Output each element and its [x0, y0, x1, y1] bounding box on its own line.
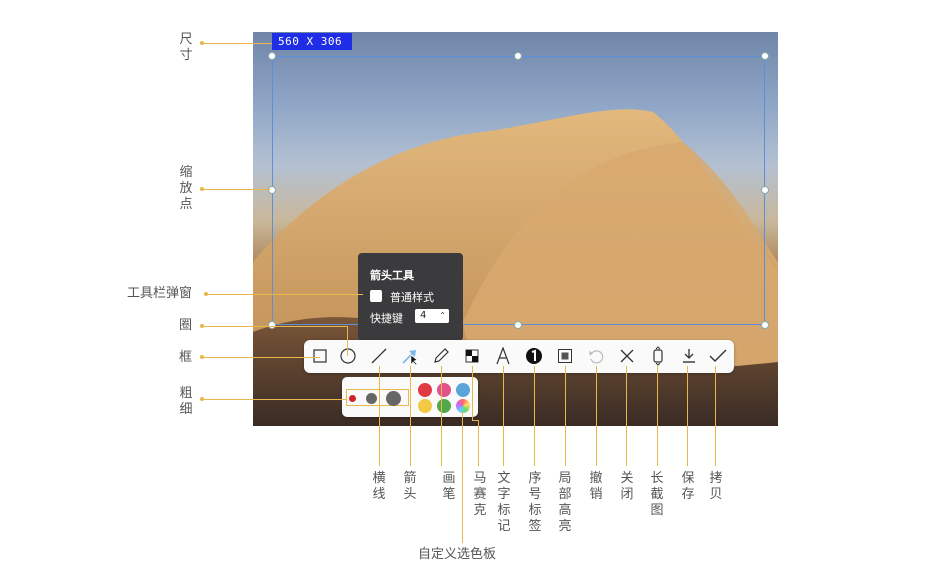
resize-handle-tr[interactable] — [761, 52, 769, 60]
toolbar — [304, 340, 734, 373]
popup-title: 箭头工具 — [370, 269, 414, 282]
label-toolbar-popup: 工具栏弹窗 — [127, 286, 193, 301]
stepper-icon: ⌃ — [439, 311, 446, 320]
resize-handle-bl[interactable] — [268, 321, 276, 329]
number-tool-button[interactable] — [523, 345, 545, 367]
close-icon — [620, 349, 634, 363]
resize-handle-mr[interactable] — [761, 186, 769, 194]
label-long-screenshot: 长截图 — [650, 471, 664, 518]
size-badge: 560 X 306 — [272, 33, 352, 50]
check-icon — [709, 349, 727, 362]
label-close: 关闭 — [620, 471, 634, 502]
long-screenshot-button[interactable] — [647, 345, 669, 367]
mosaic-icon — [465, 349, 479, 363]
thickness-medium[interactable] — [366, 393, 377, 404]
circle-tool-button[interactable] — [337, 345, 359, 367]
thickness-large[interactable] — [386, 391, 401, 406]
resize-handle-tl[interactable] — [268, 52, 276, 60]
color-pink[interactable] — [437, 383, 451, 397]
copy-button[interactable] — [707, 345, 729, 367]
line-icon — [371, 348, 387, 364]
label-zoom-point: 缩放点 — [179, 165, 193, 212]
save-button[interactable] — [678, 345, 700, 367]
normal-style-label: 普通样式 — [390, 291, 434, 304]
resize-handle-br[interactable] — [761, 321, 769, 329]
label-text: 文字标记 — [497, 471, 511, 534]
save-icon — [683, 349, 695, 363]
undo-button[interactable] — [585, 345, 607, 367]
label-line: 横线 — [372, 471, 386, 502]
label-mosaic: 马赛克 — [473, 471, 487, 518]
shortcut-value: 4 — [420, 310, 427, 321]
label-circle: 圈 — [179, 318, 193, 333]
label-undo: 撤销 — [589, 471, 603, 502]
pen-tool-button[interactable] — [430, 345, 452, 367]
text-icon — [496, 347, 510, 365]
color-yellow[interactable] — [418, 399, 432, 413]
line-tool-button[interactable] — [368, 345, 390, 367]
label-number: 序号标签 — [528, 471, 542, 534]
highlight-tool-button[interactable] — [554, 345, 576, 367]
selection-rectangle[interactable] — [272, 56, 765, 325]
pen-icon — [434, 348, 449, 363]
label-custom-palette: 自定义选色板 — [418, 547, 497, 562]
arrow-tool-popup: 箭头工具 普通样式 快捷键 4 ⌃ — [358, 253, 463, 341]
label-box: 框 — [179, 350, 193, 365]
long-screenshot-icon — [653, 346, 663, 366]
close-button[interactable] — [616, 345, 638, 367]
arrow-icon — [402, 350, 418, 366]
arrow-tool-button[interactable] — [399, 345, 421, 367]
label-save: 保存 — [681, 471, 695, 502]
shortcut-select[interactable]: 4 ⌃ — [415, 309, 449, 323]
rect-icon — [313, 349, 327, 363]
label-thickness: 粗细 — [179, 386, 193, 417]
color-blue[interactable] — [456, 383, 470, 397]
normal-style-checkbox[interactable] — [370, 290, 382, 302]
text-tool-button[interactable] — [492, 345, 514, 367]
circle-icon — [340, 348, 356, 364]
rect-tool-button[interactable] — [309, 345, 331, 367]
color-red[interactable] — [418, 383, 432, 397]
mosaic-tool-button[interactable] — [461, 345, 483, 367]
label-arrow: 箭头 — [403, 471, 417, 502]
label-copy: 拷贝 — [709, 471, 723, 502]
highlight-icon — [558, 349, 572, 363]
label-size: 尺寸 — [179, 32, 193, 63]
thickness-small[interactable] — [349, 395, 356, 402]
resize-handle-tm[interactable] — [514, 52, 522, 60]
custom-color-icon[interactable] — [456, 399, 470, 413]
resize-handle-bm[interactable] — [514, 321, 522, 329]
undo-icon — [589, 350, 604, 364]
number-icon — [526, 348, 542, 364]
label-highlight: 局部高亮 — [558, 471, 572, 534]
resize-handle-ml[interactable] — [268, 186, 276, 194]
shortcut-label: 快捷键 — [370, 312, 403, 325]
label-pen: 画笔 — [442, 471, 456, 502]
color-green[interactable] — [437, 399, 451, 413]
